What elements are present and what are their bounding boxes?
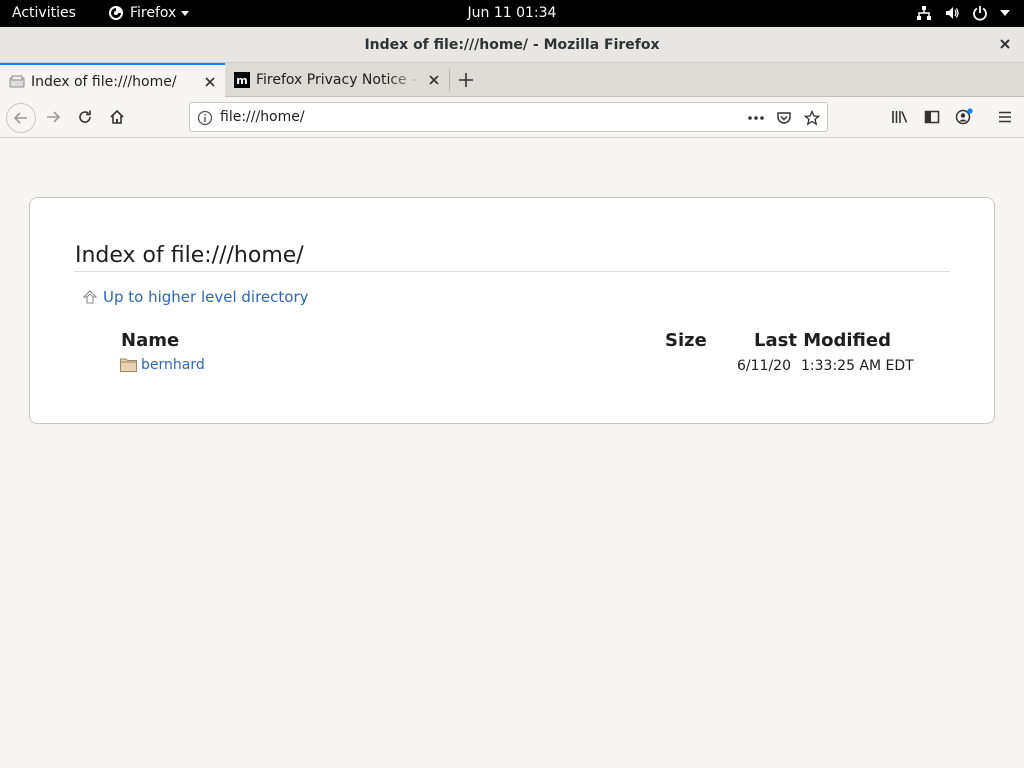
hamburger-menu-icon (999, 111, 1011, 123)
page-actions-button[interactable] (746, 108, 766, 128)
pocket-button[interactable] (774, 108, 794, 128)
home-button[interactable] (106, 106, 128, 128)
up-arrow-icon (82, 290, 98, 304)
account-icon (955, 108, 973, 125)
gnome-top-bar: Activities Firefox Jun 11 01:34 (0, 0, 1024, 27)
volume-icon (946, 7, 959, 19)
up-directory-label: Up to higher level directory (103, 288, 309, 306)
back-button[interactable] (6, 103, 36, 133)
new-tab-plus-icon[interactable] (457, 71, 475, 89)
tab-label: Index of file:///home/ (31, 73, 177, 90)
activities-button[interactable]: Activities (12, 5, 76, 21)
tab-index-home[interactable]: Index of file:///home/ (0, 63, 225, 98)
home-icon (110, 109, 124, 124)
file-icon (9, 75, 25, 87)
app-menu-label: Firefox (130, 5, 177, 21)
directory-link-bernhard[interactable]: bernhard (141, 357, 205, 373)
tab-privacy-notice[interactable]: m Firefox Privacy Notice — Mozilla (225, 63, 449, 97)
firefox-app-icon (109, 6, 123, 20)
folder-icon (120, 358, 137, 372)
page-content: Index of file:///home/ Up to higher leve… (0, 138, 1024, 768)
more-horizontal-icon (748, 116, 764, 120)
window-close-icon[interactable] (998, 37, 1012, 51)
modified-date: 6/11/20 (737, 358, 791, 374)
page-title: Index of file:///home/ (75, 243, 304, 268)
column-header-size[interactable]: Size (665, 330, 707, 351)
tab-separator (449, 69, 450, 91)
sidebar-icon (924, 110, 940, 124)
navigation-toolbar (0, 97, 1024, 138)
app-menu-button[interactable] (994, 106, 1016, 128)
table-row: bernhard 6/11/20 1:33:25 AM EDT (120, 356, 920, 378)
chevron-down-icon (1000, 10, 1010, 16)
svg-text:m: m (236, 74, 247, 87)
up-directory-link[interactable]: Up to higher level directory (82, 288, 309, 306)
directory-listing-card: Index of file:///home/ Up to higher leve… (29, 197, 995, 424)
pocket-icon (777, 112, 791, 124)
window-title: Index of file:///home/ - Mozilla Firefox (364, 37, 660, 53)
tab-close-icon[interactable] (204, 76, 216, 88)
window-title-bar[interactable]: Index of file:///home/ - Mozilla Firefox (0, 27, 1024, 63)
arrow-left-icon (13, 112, 27, 124)
modified-time: 1:33:25 AM EDT (801, 358, 914, 374)
clock[interactable]: Jun 11 01:34 (468, 5, 557, 21)
tab-strip: Index of file:///home/ m Firefox Privacy… (0, 63, 1024, 98)
tab-close-icon[interactable] (428, 74, 440, 86)
url-input[interactable] (220, 109, 740, 125)
url-bar[interactable] (189, 102, 828, 132)
power-icon (973, 6, 987, 21)
forward-button[interactable] (42, 106, 64, 128)
network-icon (917, 6, 931, 20)
bookmark-star-button[interactable] (802, 108, 822, 128)
divider (74, 271, 950, 272)
column-header-last-modified[interactable]: Last Modified (754, 330, 891, 351)
account-button[interactable] (953, 106, 975, 128)
column-header-name[interactable]: Name (121, 330, 179, 351)
app-menu[interactable]: Firefox (108, 5, 190, 21)
library-button[interactable] (889, 106, 911, 128)
reload-icon (79, 110, 91, 123)
arrow-right-icon (47, 111, 61, 123)
system-tray[interactable] (916, 5, 1010, 21)
mozilla-icon: m (234, 72, 250, 88)
info-icon[interactable] (197, 110, 213, 126)
star-icon (804, 110, 820, 126)
sidebar-toggle-button[interactable] (921, 106, 943, 128)
chevron-down-icon (181, 10, 190, 16)
reload-button[interactable] (74, 106, 96, 128)
library-icon (892, 111, 908, 123)
tab-label: Firefox Privacy Notice — Mozilla (256, 72, 421, 88)
